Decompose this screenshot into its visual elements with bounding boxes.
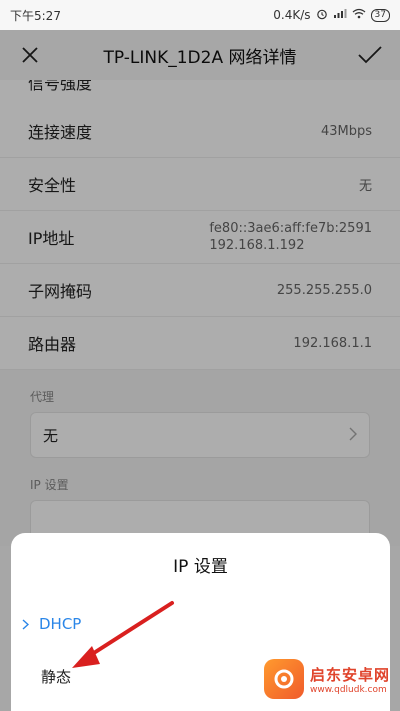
battery-indicator: 37 (370, 8, 390, 22)
alarm-icon (316, 8, 328, 23)
option-dhcp[interactable]: DHCP (11, 609, 390, 639)
watermark-icon (263, 659, 304, 699)
signal-icon (333, 8, 347, 22)
sheet-title: IP 设置 (173, 557, 228, 577)
watermark-logo: 启东安卓网 www.qdludk.com (263, 659, 390, 699)
net-speed: 0.4K/s (273, 8, 311, 22)
status-time: 下午5:27 (10, 8, 61, 23)
option-label: DHCP (39, 615, 82, 633)
watermark-text: 启东安卓网 www.qdludk.com (309, 665, 390, 695)
chevron-right-icon (11, 618, 39, 630)
status-icons: 0.4K/s 37 (273, 8, 390, 23)
wifi-icon (352, 8, 366, 22)
status-bar: 下午5:27 0.4K/s 37 (0, 0, 400, 30)
option-label: 静态 (41, 667, 72, 686)
